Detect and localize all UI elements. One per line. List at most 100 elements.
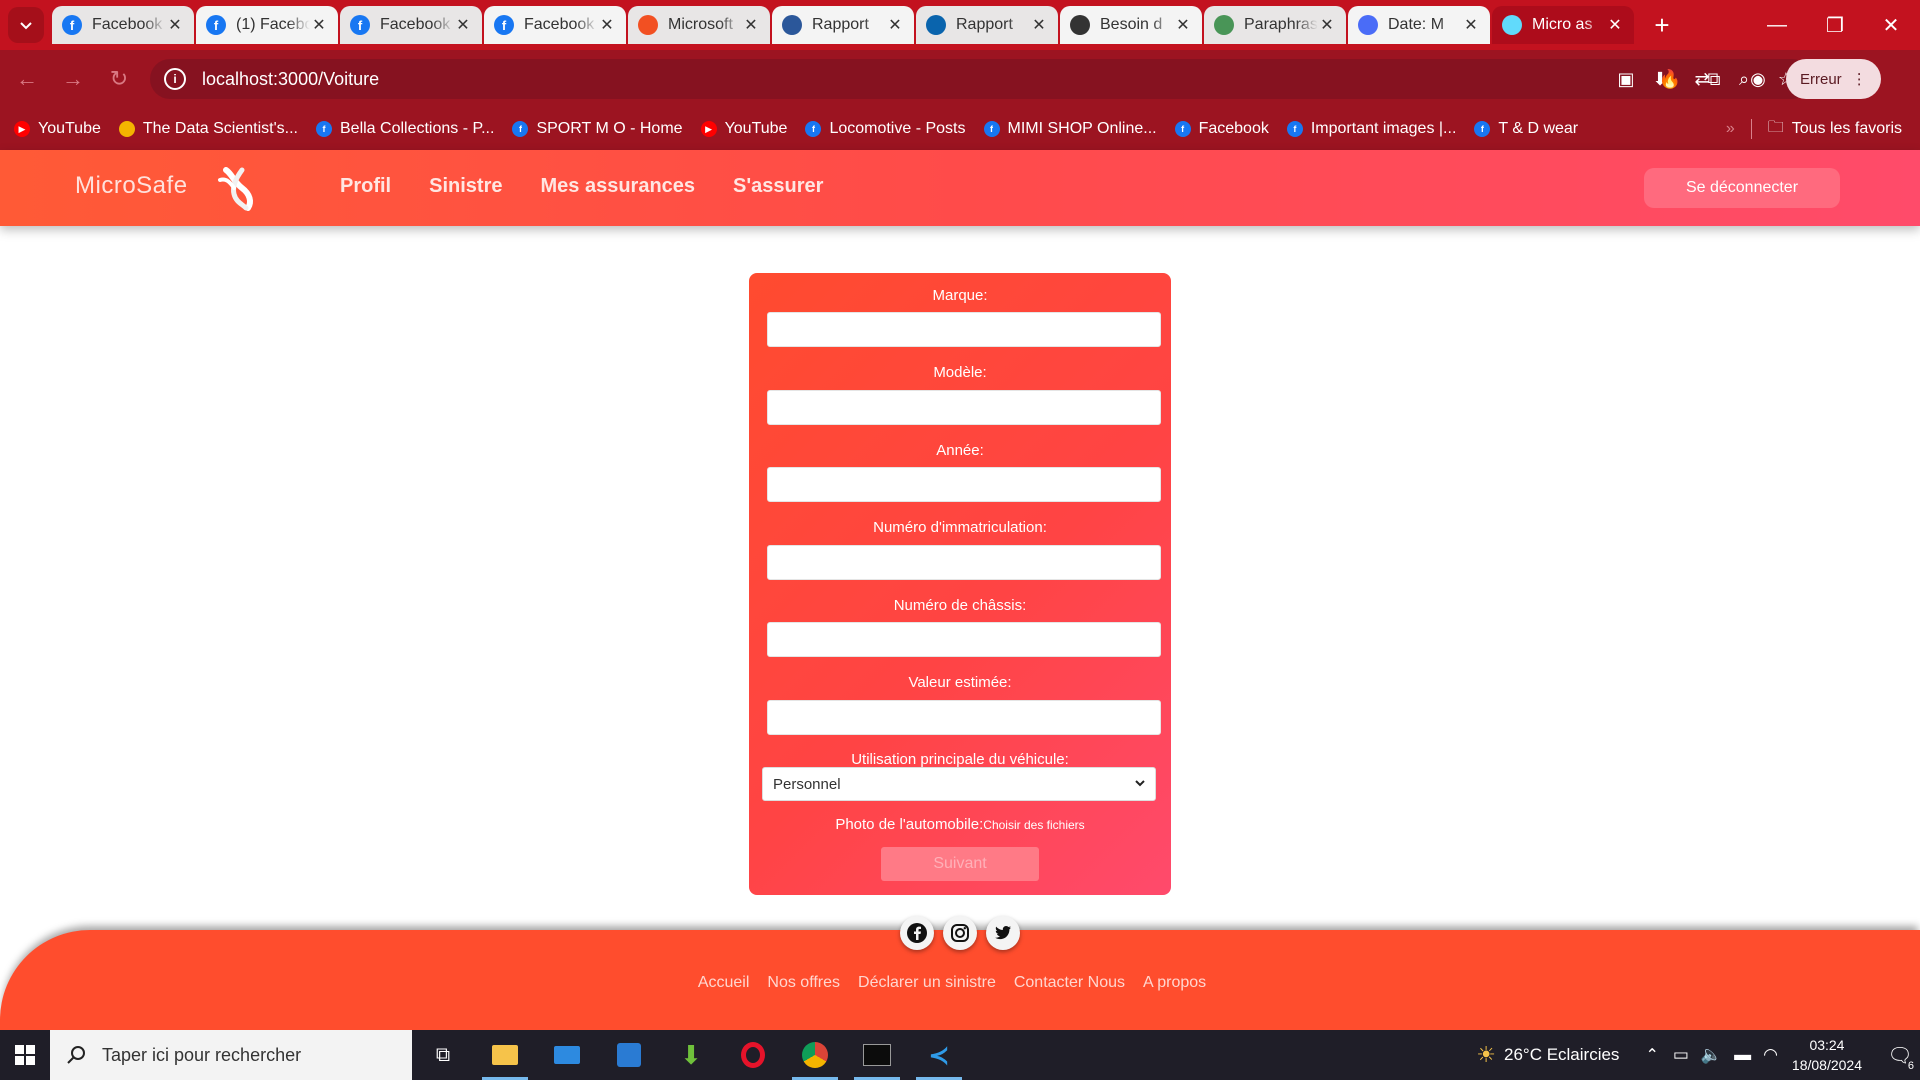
restore-button[interactable]: ❐ <box>1806 0 1864 50</box>
volume-icon[interactable]: 🔈 <box>1701 1045 1722 1065</box>
choose-files-button[interactable]: Choisir des fichiers <box>983 818 1084 832</box>
close-icon[interactable]: ✕ <box>1462 15 1480 35</box>
close-icon[interactable]: ✕ <box>166 15 184 35</box>
chrome-button[interactable] <box>784 1030 846 1080</box>
footer-link-apropos[interactable]: A propos <box>1143 974 1206 992</box>
close-icon[interactable]: ✕ <box>1606 15 1624 35</box>
profile-error-button[interactable]: Erreur ⋮ <box>1786 59 1881 99</box>
browser-tab[interactable]: Besoin d ✕ <box>1060 6 1202 44</box>
nav-sinistre[interactable]: Sinistre <box>429 175 502 198</box>
twitter-social-button[interactable] <box>986 916 1020 950</box>
bookmark-item[interactable]: f Important images |... <box>1286 120 1456 138</box>
close-icon[interactable]: ✕ <box>1030 15 1048 35</box>
terminal-button[interactable] <box>846 1030 908 1080</box>
more-bookmarks-icon[interactable]: » <box>1726 120 1735 138</box>
browser-tab[interactable]: f Facebook ✕ <box>340 6 482 44</box>
footer-link-contact[interactable]: Contacter Nous <box>1014 974 1125 992</box>
all-bookmarks-folder[interactable]: 🗀 Tous les favoris <box>1768 116 1902 143</box>
vscode-icon: ≺ <box>928 1039 950 1070</box>
chassis-input[interactable] <box>767 622 1161 657</box>
browser-tab[interactable]: f Facebook ✕ <box>52 6 194 44</box>
wifi-icon[interactable]: ◠ <box>1763 1045 1778 1065</box>
close-icon[interactable]: ✕ <box>1318 15 1336 35</box>
chevron-down-icon <box>20 22 32 30</box>
pocket-extension-icon[interactable]: ▣ <box>1610 63 1642 95</box>
next-button[interactable]: Suivant <box>881 847 1039 881</box>
browser-tab[interactable]: f (1) Facebook✕ <box>196 6 338 44</box>
marque-input[interactable] <box>767 312 1161 347</box>
tab-title: Paraphrase <box>1244 16 1318 33</box>
close-icon[interactable]: ✕ <box>886 15 904 35</box>
taskbar-search-input[interactable]: Taper ici pour rechercher <box>50 1030 412 1080</box>
instagram-social-button[interactable] <box>943 916 977 950</box>
vscode-button[interactable]: ≺ <box>908 1030 970 1080</box>
browser-tab[interactable]: Date: M ✕ <box>1348 6 1490 44</box>
downloader-button[interactable]: ⬇ <box>660 1030 722 1080</box>
bookmark-item[interactable]: f T & D wear <box>1474 120 1578 138</box>
bookmark-item[interactable]: f SPORT M O - Home <box>512 120 683 138</box>
close-icon[interactable]: ✕ <box>1174 15 1192 35</box>
valeur-input[interactable] <box>767 700 1161 735</box>
footer-link-accueil[interactable]: Accueil <box>698 974 750 992</box>
forward-button[interactable]: → <box>54 60 92 98</box>
fire-extension-icon[interactable]: 🔥 <box>1654 63 1686 95</box>
footer-link-offres[interactable]: Nos offres <box>767 974 840 992</box>
footer-link-sinistre[interactable]: Déclarer un sinistre <box>858 974 996 992</box>
mail-button[interactable] <box>536 1030 598 1080</box>
bookmark-item[interactable]: f Facebook <box>1174 120 1269 138</box>
weather-icon: ☀ <box>1476 1042 1496 1067</box>
browser-tab[interactable]: Rapport ✕ <box>772 6 914 44</box>
back-button[interactable]: ← <box>8 60 46 98</box>
browser-tab[interactable]: f Facebook ✕ <box>484 6 626 44</box>
close-window-button[interactable]: ✕ <box>1862 0 1920 50</box>
opera-button[interactable] <box>722 1030 784 1080</box>
chevron-up-icon[interactable]: ⌃ <box>1645 1045 1658 1065</box>
battery-icon[interactable]: ▬ <box>1734 1045 1751 1065</box>
annee-input[interactable] <box>767 467 1161 502</box>
bookmark-item[interactable]: The Data Scientist's... <box>118 120 298 138</box>
bookmark-item[interactable]: f MIMI SHOP Online... <box>983 120 1157 138</box>
chrome-icon <box>802 1042 828 1068</box>
bookmark-item[interactable]: f Bella Collections - P... <box>316 120 494 138</box>
bookmark-label: YouTube <box>38 120 101 137</box>
close-icon[interactable]: ✕ <box>454 15 472 35</box>
browser-tab[interactable]: Micro as ✕ <box>1492 6 1634 44</box>
brand-name[interactable]: MicroSafe <box>75 172 188 200</box>
start-button[interactable] <box>0 1030 50 1080</box>
bookmark-item[interactable]: f Locomotive - Posts <box>805 120 966 138</box>
clock[interactable]: 03:24 18/08/2024 <box>1792 1035 1862 1075</box>
network-drive-icon[interactable]: ▭ <box>1673 1045 1689 1065</box>
tab-search-button[interactable] <box>8 7 44 43</box>
browser-tab[interactable]: Paraphrase✕ <box>1204 6 1346 44</box>
logout-button[interactable]: Se déconnecter <box>1644 168 1840 208</box>
site-info-icon[interactable]: i <box>164 68 186 90</box>
nav-profil[interactable]: Profil <box>340 175 391 198</box>
reload-button[interactable]: ↻ <box>100 60 138 98</box>
facebook-social-button[interactable] <box>900 916 934 950</box>
field-label-annee: Année: <box>936 442 984 459</box>
close-icon[interactable]: ✕ <box>742 15 760 35</box>
notifications-button[interactable]: 🗨 6 <box>1880 1030 1920 1080</box>
extensions-puzzle-icon[interactable]: ⧉ <box>1698 63 1730 95</box>
task-view-button[interactable]: ⧉ <box>412 1030 474 1080</box>
nav-s-assurer[interactable]: S'assurer <box>733 175 823 198</box>
kebab-menu-icon: ⋮ <box>1851 71 1867 88</box>
close-icon[interactable]: ✕ <box>310 15 328 35</box>
bookmark-item[interactable]: ▶ YouTube <box>700 120 787 138</box>
bookmark-item[interactable]: ▶ YouTube <box>14 120 101 138</box>
immatriculation-input[interactable] <box>767 545 1161 580</box>
modele-input[interactable] <box>767 390 1161 425</box>
store-button[interactable] <box>598 1030 660 1080</box>
weather-text[interactable]: 26°C Eclaircies <box>1504 1045 1619 1065</box>
address-bar[interactable]: i localhost:3000/Voiture ⬇ ⇄ ⌕ ☆ <box>150 59 1812 99</box>
browser-tab[interactable]: Rapport ✕ <box>916 6 1058 44</box>
avatar[interactable]: ◉ <box>1742 63 1774 95</box>
minimize-button[interactable]: — <box>1748 0 1806 50</box>
nav-mes-assurances[interactable]: Mes assurances <box>540 175 695 198</box>
facebook-icon: f <box>983 121 1000 137</box>
browser-tab[interactable]: Microsoft ✕ <box>628 6 770 44</box>
close-icon[interactable]: ✕ <box>598 15 616 35</box>
new-tab-button[interactable]: + <box>1644 7 1680 43</box>
file-explorer-button[interactable] <box>474 1030 536 1080</box>
usage-select[interactable]: Personnel <box>762 767 1156 801</box>
